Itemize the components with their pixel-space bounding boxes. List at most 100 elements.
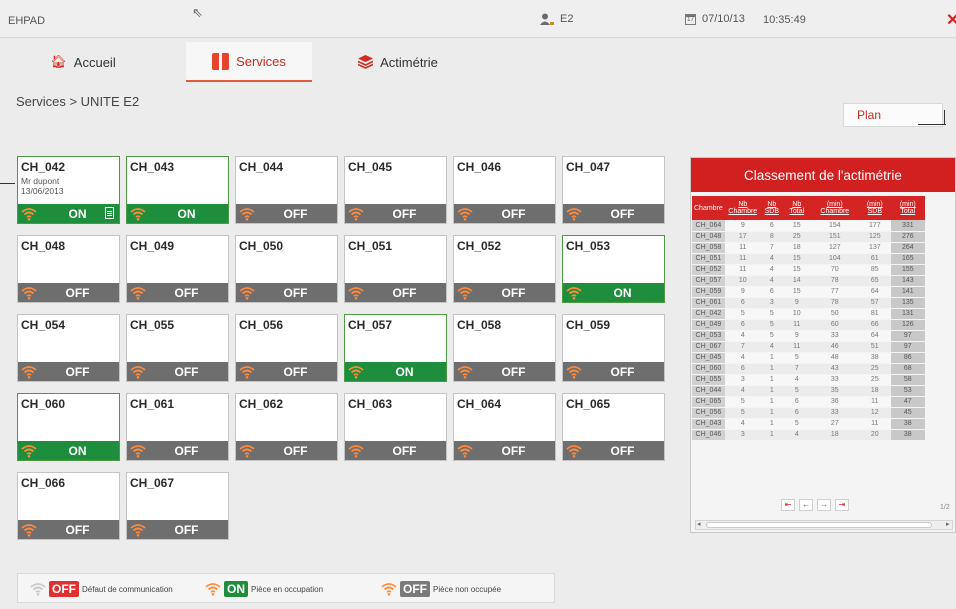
wifi-icon [348, 286, 364, 300]
room-card[interactable]: CH_053 ON [562, 235, 665, 303]
table-cell: 58 [890, 374, 925, 386]
scrollbar-thumb[interactable] [706, 522, 932, 528]
room-card[interactable]: CH_051 OFF [344, 235, 447, 303]
column-header[interactable]: (min) SDB [858, 196, 891, 220]
room-card[interactable]: CH_044 OFF [235, 156, 338, 224]
table-cell: 15 [782, 264, 811, 276]
wifi-icon [21, 207, 37, 221]
room-status-bar: OFF [127, 362, 228, 381]
table-cell: 33 [810, 374, 859, 386]
column-header[interactable]: (min) Total [890, 196, 925, 220]
table-row[interactable]: CH_060 6 1 7 43 25 68 [692, 363, 925, 375]
room-name: CH_049 [130, 239, 175, 253]
table-row[interactable]: CH_053 4 5 9 33 64 97 [692, 330, 925, 342]
table-row[interactable]: CH_043 4 1 5 27 11 38 [692, 418, 925, 430]
table-cell: 125 [858, 231, 891, 243]
wifi-icon [348, 444, 364, 458]
table-row[interactable]: CH_045 4 1 5 48 38 86 [692, 352, 925, 364]
tab-actimetrie[interactable]: Actimétrie [348, 42, 448, 82]
room-card[interactable]: CH_058 OFF [453, 314, 556, 382]
wifi-icon [21, 286, 37, 300]
connector-line [918, 124, 946, 125]
table-row[interactable]: CH_059 9 6 15 77 64 141 [692, 286, 925, 298]
room-card[interactable]: CH_043 ON [126, 156, 229, 224]
room-status-bar: OFF [236, 283, 337, 302]
pager: ⇤ ← → ⇥ [781, 499, 849, 511]
room-status: OFF [610, 206, 635, 221]
room-card[interactable]: CH_049 OFF [126, 235, 229, 303]
table-row[interactable]: CH_046 3 1 4 18 20 38 [692, 429, 925, 441]
scroll-right-icon[interactable]: ▸ [946, 520, 950, 528]
table-row[interactable]: CH_065 5 1 6 36 11 47 [692, 396, 925, 408]
table-row[interactable]: CH_056 5 1 6 33 12 45 [692, 407, 925, 419]
table-row[interactable]: CH_048 17 8 25 151 125 276 [692, 231, 925, 243]
room-card[interactable]: CH_045 OFF [344, 156, 447, 224]
room-card[interactable]: CH_059 OFF [562, 314, 665, 382]
room-card[interactable]: CH_063 OFF [344, 393, 447, 461]
room-card[interactable]: CH_055 OFF [126, 314, 229, 382]
table-cell: CH_061 [692, 297, 725, 309]
table-cell: 60 [810, 319, 859, 331]
room-card[interactable]: CH_064 OFF [453, 393, 556, 461]
document-icon[interactable] [105, 207, 114, 219]
room-card[interactable]: CH_046 OFF [453, 156, 556, 224]
room-card[interactable]: CH_054 OFF [17, 314, 120, 382]
prev-page-icon[interactable]: ← [799, 499, 813, 511]
room-card[interactable]: CH_057 ON [344, 314, 447, 382]
table-row[interactable]: CH_042 5 5 10 50 81 131 [692, 308, 925, 320]
table-cell: 143 [890, 275, 925, 287]
next-page-icon[interactable]: → [817, 499, 831, 511]
table-cell: 66 [858, 319, 891, 331]
tab-services[interactable]: Services [186, 42, 312, 82]
wifi-icon [566, 286, 582, 300]
table-row[interactable]: CH_058 11 7 18 127 137 264 [692, 242, 925, 254]
first-page-icon[interactable]: ⇤ [781, 499, 795, 511]
room-card[interactable]: CH_061 OFF [126, 393, 229, 461]
wifi-icon [381, 583, 397, 596]
room-name: CH_046 [457, 160, 502, 174]
table-row[interactable]: CH_049 6 5 11 60 66 126 [692, 319, 925, 331]
room-card[interactable]: CH_066 OFF [17, 472, 120, 540]
room-status-bar: OFF [345, 204, 446, 223]
room-card[interactable]: CH_048 OFF [17, 235, 120, 303]
scroll-left-icon[interactable]: ◂ [697, 520, 701, 528]
ranking-title: Classement de l'actimétrie [691, 158, 955, 192]
room-card[interactable]: CH_065 OFF [562, 393, 665, 461]
table-row[interactable]: CH_044 4 1 5 35 18 53 [692, 385, 925, 397]
table-row[interactable]: CH_064 9 6 15 154 177 331 [692, 220, 925, 232]
room-card[interactable]: CH_060 ON [17, 393, 120, 461]
room-card[interactable]: CH_047 OFF [562, 156, 665, 224]
table-cell: 4 [724, 385, 761, 397]
room-card[interactable]: CH_042 Mr dupont 13/06/2013 ON [17, 156, 120, 224]
wifi-icon [566, 207, 582, 221]
table-cell: 6 [724, 319, 761, 331]
room-card[interactable]: CH_052 OFF [453, 235, 556, 303]
table-cell: 6 [782, 407, 811, 419]
tab-accueil[interactable]: 🏠︎ Accueil [38, 42, 128, 82]
table-row[interactable]: CH_055 3 1 4 33 25 58 [692, 374, 925, 386]
table-row[interactable]: CH_057 10 4 14 78 65 143 [692, 275, 925, 287]
column-header[interactable]: Chambre [692, 196, 725, 220]
table-cell: CH_052 [692, 264, 725, 276]
wifi-icon [454, 204, 476, 223]
table-cell: 165 [890, 253, 925, 265]
room-status: OFF [610, 364, 635, 379]
column-header[interactable]: Nb Chambre [724, 196, 761, 220]
room-card[interactable]: CH_056 OFF [235, 314, 338, 382]
main-tabs: 🏠︎ Accueil Services Actimétrie [0, 42, 956, 82]
table-row[interactable]: CH_051 11 4 15 104 61 165 [692, 253, 925, 265]
room-card[interactable]: CH_050 OFF [235, 235, 338, 303]
table-row[interactable]: CH_052 11 4 15 70 85 155 [692, 264, 925, 276]
column-header[interactable]: Nb Total [782, 196, 811, 220]
room-card[interactable]: CH_067 OFF [126, 472, 229, 540]
room-card[interactable]: CH_062 OFF [235, 393, 338, 461]
table-cell: 9 [724, 286, 761, 298]
table-row[interactable]: CH_067 7 4 11 46 51 97 [692, 341, 925, 353]
table-row[interactable]: CH_061 6 3 9 78 57 135 [692, 297, 925, 309]
close-icon[interactable]: ✕ [946, 10, 956, 30]
horizontal-scrollbar[interactable]: ◂ ▸ [695, 520, 953, 530]
last-page-icon[interactable]: ⇥ [835, 499, 849, 511]
column-header[interactable]: (min) Chambre [810, 196, 859, 220]
column-header[interactable]: Nb SDB [760, 196, 783, 220]
table-cell: 51 [858, 341, 891, 353]
